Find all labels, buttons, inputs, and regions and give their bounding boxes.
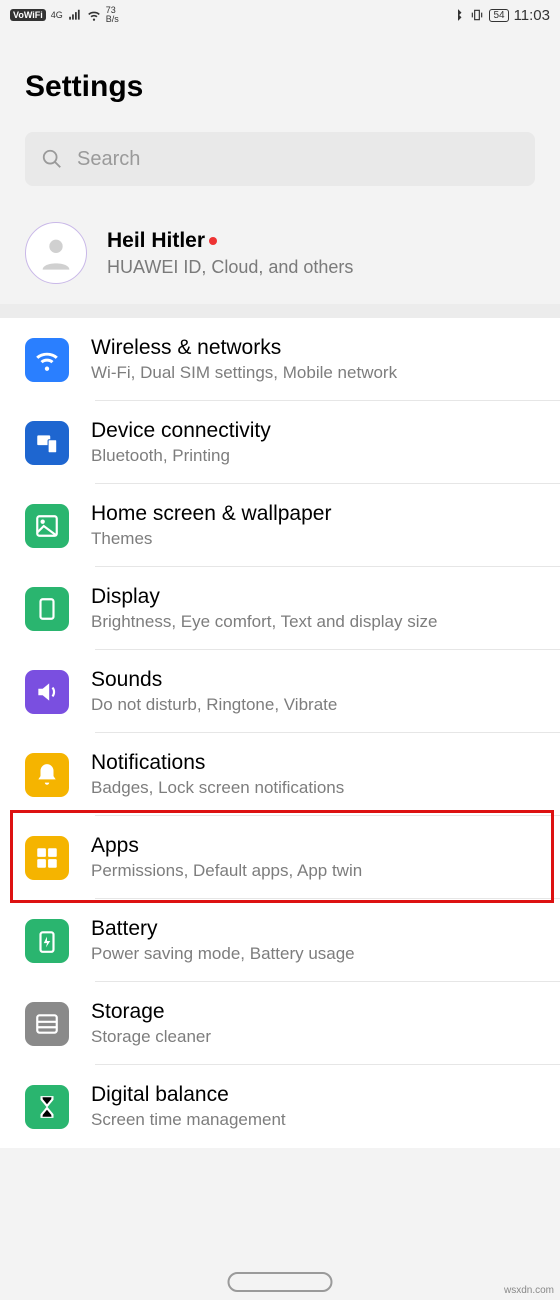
account-text: Heil Hitler HUAWEI ID, Cloud, and others — [107, 229, 353, 278]
battery-indicator: 54 — [489, 9, 508, 22]
item-title: Wireless & networks — [91, 336, 397, 360]
status-right: 54 11:03 — [451, 7, 550, 24]
hourglass-icon — [25, 1085, 69, 1129]
avatar — [25, 222, 87, 284]
account-row[interactable]: Heil Hitler HUAWEI ID, Cloud, and others — [0, 204, 560, 304]
item-subtitle: Wi-Fi, Dual SIM settings, Mobile network — [91, 363, 397, 383]
item-title: Home screen & wallpaper — [91, 502, 331, 526]
item-title: Storage — [91, 1000, 211, 1024]
item-title: Device connectivity — [91, 419, 271, 443]
vibrate-icon — [470, 8, 484, 22]
watermark: wsxdn.com — [504, 1285, 554, 1296]
item-subtitle: Bluetooth, Printing — [91, 446, 271, 466]
wallpaper-icon — [25, 504, 69, 548]
net-speed: 73 B/s — [106, 6, 119, 24]
display-icon — [25, 587, 69, 631]
item-subtitle: Themes — [91, 529, 331, 549]
device-icon — [25, 421, 69, 465]
item-text: Sounds Do not disturb, Ringtone, Vibrate — [91, 668, 337, 715]
section-gap — [0, 304, 560, 318]
search-placeholder: Search — [77, 148, 140, 171]
item-text: Battery Power saving mode, Battery usage — [91, 917, 355, 964]
settings-item-device[interactable]: Device connectivity Bluetooth, Printing — [0, 401, 560, 484]
wifi-icon — [25, 338, 69, 382]
item-subtitle: Do not disturb, Ringtone, Vibrate — [91, 695, 337, 715]
sound-icon — [25, 670, 69, 714]
item-text: Display Brightness, Eye comfort, Text and… — [91, 585, 437, 632]
settings-item-sound[interactable]: Sounds Do not disturb, Ringtone, Vibrate — [0, 650, 560, 733]
status-left: VoWiFi 4G 73 B/s — [10, 6, 119, 24]
settings-item-wifi[interactable]: Wireless & networks Wi-Fi, Dual SIM setti… — [0, 318, 560, 401]
bluetooth-icon — [451, 8, 465, 22]
settings-item-display[interactable]: Display Brightness, Eye comfort, Text and… — [0, 567, 560, 650]
item-subtitle: Storage cleaner — [91, 1027, 211, 1047]
item-title: Apps — [91, 834, 362, 858]
item-title: Notifications — [91, 751, 344, 775]
clock: 11:03 — [514, 7, 550, 24]
settings-item-bell[interactable]: Notifications Badges, Lock screen notific… — [0, 733, 560, 816]
item-text: Apps Permissions, Default apps, App twin — [91, 834, 362, 881]
home-indicator[interactable] — [228, 1272, 333, 1292]
vowifi-badge: VoWiFi — [10, 9, 46, 21]
search-icon — [41, 148, 63, 170]
settings-item-hourglass[interactable]: Digital balance Screen time management — [0, 1065, 560, 1148]
item-text: Notifications Badges, Lock screen notific… — [91, 751, 344, 798]
settings-item-wallpaper[interactable]: Home screen & wallpaper Themes — [0, 484, 560, 567]
item-title: Sounds — [91, 668, 337, 692]
item-title: Digital balance — [91, 1083, 286, 1107]
account-name: Heil Hitler — [107, 229, 205, 252]
notification-dot — [209, 237, 217, 245]
item-subtitle: Badges, Lock screen notifications — [91, 778, 344, 798]
network-gen: 4G — [51, 10, 63, 20]
item-text: Digital balance Screen time management — [91, 1083, 286, 1130]
item-text: Storage Storage cleaner — [91, 1000, 211, 1047]
item-text: Device connectivity Bluetooth, Printing — [91, 419, 271, 466]
settings-item-apps[interactable]: Apps Permissions, Default apps, App twin — [0, 816, 560, 899]
wifi-status-icon — [87, 8, 101, 22]
item-text: Wireless & networks Wi-Fi, Dual SIM setti… — [91, 336, 397, 383]
apps-icon — [25, 836, 69, 880]
bell-icon — [25, 753, 69, 797]
account-subtitle: HUAWEI ID, Cloud, and others — [107, 257, 353, 278]
item-subtitle: Brightness, Eye comfort, Text and displa… — [91, 612, 437, 632]
settings-item-storage[interactable]: Storage Storage cleaner — [0, 982, 560, 1065]
item-title: Display — [91, 585, 437, 609]
search-input[interactable]: Search — [25, 132, 535, 186]
item-subtitle: Permissions, Default apps, App twin — [91, 861, 362, 881]
settings-list: Wireless & networks Wi-Fi, Dual SIM setti… — [0, 318, 560, 1148]
item-subtitle: Screen time management — [91, 1110, 286, 1130]
item-text: Home screen & wallpaper Themes — [91, 502, 331, 549]
battery-icon — [25, 919, 69, 963]
status-bar: VoWiFi 4G 73 B/s 54 11:03 — [0, 0, 560, 30]
settings-item-battery[interactable]: Battery Power saving mode, Battery usage — [0, 899, 560, 982]
storage-icon — [25, 1002, 69, 1046]
signal-icon — [68, 8, 82, 22]
page-title: Settings — [0, 30, 560, 132]
item-subtitle: Power saving mode, Battery usage — [91, 944, 355, 964]
item-title: Battery — [91, 917, 355, 941]
